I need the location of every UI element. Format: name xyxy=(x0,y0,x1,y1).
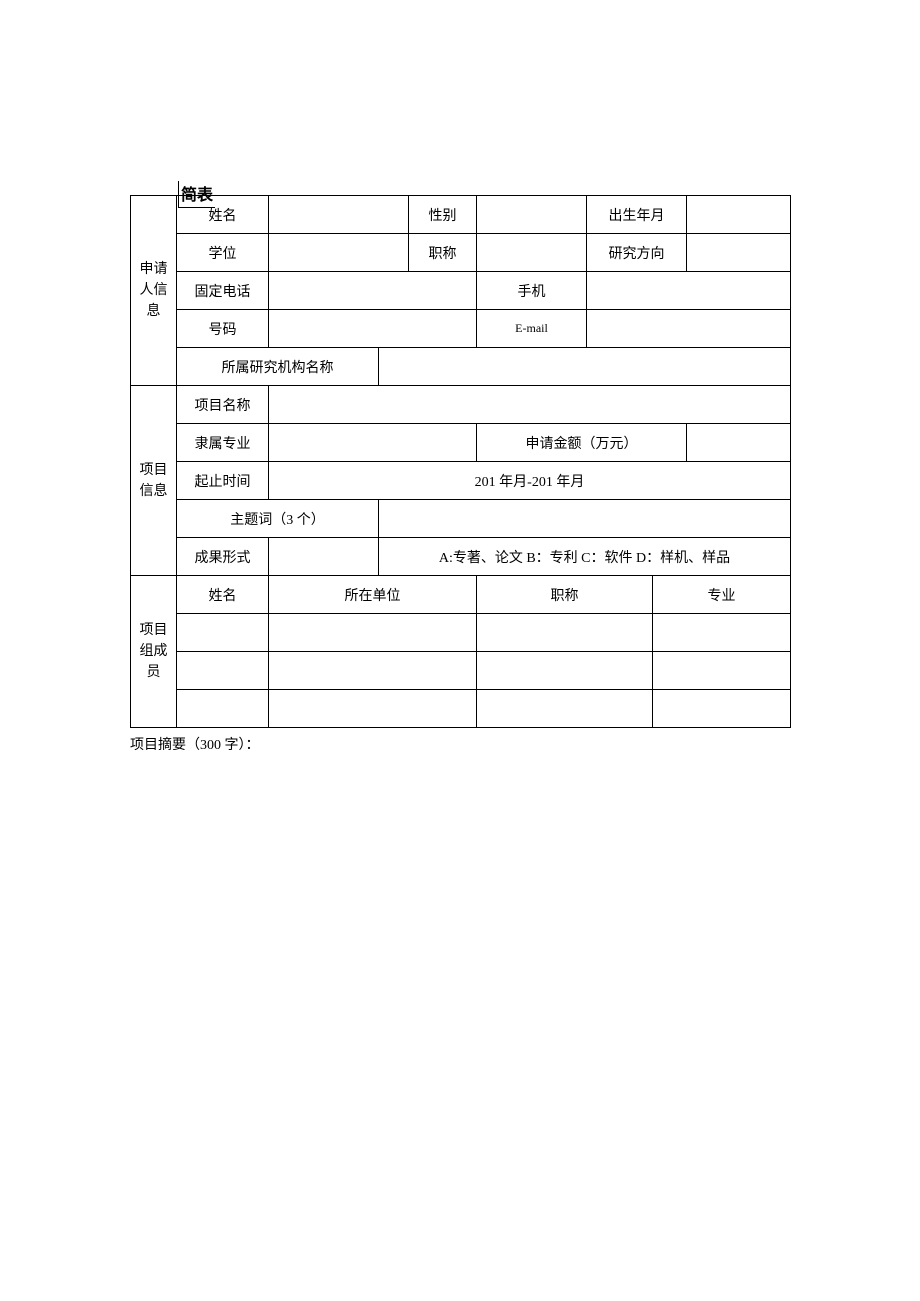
value-email[interactable] xyxy=(587,310,791,348)
value-birth-date[interactable] xyxy=(687,196,791,234)
value-phone-fixed[interactable] xyxy=(269,272,477,310)
label-phone-mobile: 手机 xyxy=(477,272,587,310)
label-number: 号码 xyxy=(177,310,269,348)
member-unit[interactable] xyxy=(269,690,477,728)
label-phone-fixed: 固定电话 xyxy=(177,272,269,310)
member-name[interactable] xyxy=(177,614,269,652)
members-header-unit: 所在单位 xyxy=(269,576,477,614)
members-header-title: 职称 xyxy=(477,576,653,614)
value-phone-mobile[interactable] xyxy=(587,272,791,310)
member-title[interactable] xyxy=(477,652,653,690)
label-research-direction: 研究方向 xyxy=(587,234,687,272)
member-name[interactable] xyxy=(177,652,269,690)
label-email: E-mail xyxy=(477,310,587,348)
applicant-section-label: 申请人信息 xyxy=(131,196,177,386)
member-major[interactable] xyxy=(653,690,791,728)
label-output-form: 成果形式 xyxy=(177,538,269,576)
label-degree: 学位 xyxy=(177,234,269,272)
label-gender: 性别 xyxy=(409,196,477,234)
table-row xyxy=(131,614,791,652)
members-header-name: 姓名 xyxy=(177,576,269,614)
label-keywords: 主题词（3 个） xyxy=(177,500,379,538)
value-major[interactable] xyxy=(269,424,477,462)
member-unit[interactable] xyxy=(269,614,477,652)
member-name[interactable] xyxy=(177,690,269,728)
value-amount[interactable] xyxy=(687,424,791,462)
label-major: 隶属专业 xyxy=(177,424,269,462)
value-gender[interactable] xyxy=(477,196,587,234)
title-fragment: 简表 xyxy=(178,181,215,208)
abstract-label: 项目摘要（300 字）： xyxy=(130,734,790,754)
members-section-label: 项目组成员 xyxy=(131,576,177,728)
table-row xyxy=(131,690,791,728)
value-number[interactable] xyxy=(269,310,477,348)
value-institution[interactable] xyxy=(379,348,791,386)
value-research-direction[interactable] xyxy=(687,234,791,272)
member-major[interactable] xyxy=(653,652,791,690)
label-title: 职称 xyxy=(409,234,477,272)
value-keywords[interactable] xyxy=(379,500,791,538)
label-birth-date: 出生年月 xyxy=(587,196,687,234)
form-table: 申请人信息 姓名 性别 出生年月 学位 职称 研究方向 固定电话 手机 号码 E… xyxy=(130,195,791,728)
value-degree[interactable] xyxy=(269,234,409,272)
member-unit[interactable] xyxy=(269,652,477,690)
value-title[interactable] xyxy=(477,234,587,272)
label-amount: 申请金额（万元） xyxy=(477,424,687,462)
member-title[interactable] xyxy=(477,614,653,652)
label-institution: 所属研究机构名称 xyxy=(177,348,379,386)
member-major[interactable] xyxy=(653,614,791,652)
table-row xyxy=(131,652,791,690)
member-title[interactable] xyxy=(477,690,653,728)
value-output-form-options: A:专著、论文 B：专利 C：软件 D：样机、样品 xyxy=(379,538,791,576)
label-duration: 起止时间 xyxy=(177,462,269,500)
members-header-major: 专业 xyxy=(653,576,791,614)
value-name[interactable] xyxy=(269,196,409,234)
value-output-form-code[interactable] xyxy=(269,538,379,576)
label-project-name: 项目名称 xyxy=(177,386,269,424)
value-project-name[interactable] xyxy=(269,386,791,424)
project-section-label: 项目信息 xyxy=(131,386,177,576)
value-duration[interactable]: 201 年月-201 年月 xyxy=(269,462,791,500)
document-container: 简表 申请人信息 姓名 性别 出生年月 学位 xyxy=(130,195,790,754)
